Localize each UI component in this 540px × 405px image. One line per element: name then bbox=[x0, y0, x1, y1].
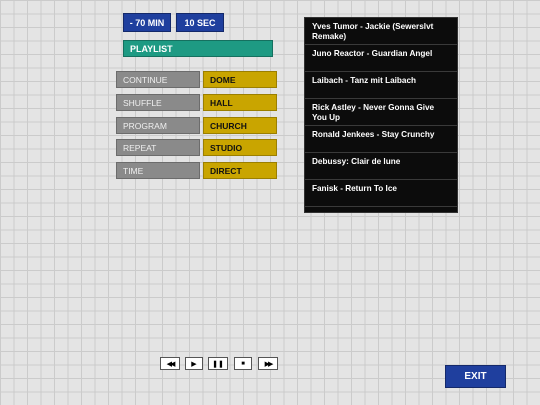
minutes-button[interactable]: - 70 MIN bbox=[123, 13, 171, 32]
pause-icon: ❚❚ bbox=[212, 360, 224, 368]
pause-button[interactable]: ❚❚ bbox=[208, 357, 228, 370]
seconds-button[interactable]: 10 SEC bbox=[176, 13, 224, 32]
track-item[interactable]: Rick Astley - Never Gonna Give You Up bbox=[305, 99, 457, 126]
mode-button-time[interactable]: TIME bbox=[116, 162, 200, 179]
mode-button-program[interactable]: PROGRAM bbox=[116, 117, 200, 134]
stop-button[interactable]: ■ bbox=[234, 357, 252, 370]
exit-button[interactable]: EXIT bbox=[445, 365, 506, 388]
mode-button-continue[interactable]: CONTINUE bbox=[116, 71, 200, 88]
track-item[interactable]: Yves Tumor - Jackie (Sewerslvt Remake) bbox=[305, 18, 457, 45]
option-button-church[interactable]: CHURCH bbox=[203, 117, 277, 134]
option-button-hall[interactable]: HALL bbox=[203, 94, 277, 111]
track-list[interactable]: Yves Tumor - Jackie (Sewerslvt Remake) J… bbox=[304, 17, 458, 213]
forward-button[interactable]: ▶▶ bbox=[258, 357, 278, 370]
fast-forward-icon: ▶▶ bbox=[264, 360, 274, 368]
option-button-studio[interactable]: STUDIO bbox=[203, 139, 277, 156]
option-button-dome[interactable]: DOME bbox=[203, 71, 277, 88]
mode-button-repeat[interactable]: REPEAT bbox=[116, 139, 200, 156]
play-icon: ▶ bbox=[191, 360, 197, 368]
track-item[interactable]: Juno Reactor - Guardian Angel bbox=[305, 45, 457, 72]
option-button-direct[interactable]: DIRECT bbox=[203, 162, 277, 179]
stop-icon: ■ bbox=[241, 360, 245, 367]
mode-button-shuffle[interactable]: SHUFFLE bbox=[116, 94, 200, 111]
track-item[interactable]: Laibach - Tanz mit Laibach bbox=[305, 72, 457, 99]
rewind-button[interactable]: ◀◀ bbox=[160, 357, 180, 370]
rewind-icon: ◀◀ bbox=[166, 360, 176, 368]
track-item[interactable]: Fanisk - Return To Ice bbox=[305, 180, 457, 207]
play-button[interactable]: ▶ bbox=[185, 357, 203, 370]
track-item[interactable]: Debussy: Clair de lune bbox=[305, 153, 457, 180]
track-item[interactable]: Ronald Jenkees - Stay Crunchy bbox=[305, 126, 457, 153]
playlist-button[interactable]: PLAYLIST bbox=[123, 40, 273, 57]
